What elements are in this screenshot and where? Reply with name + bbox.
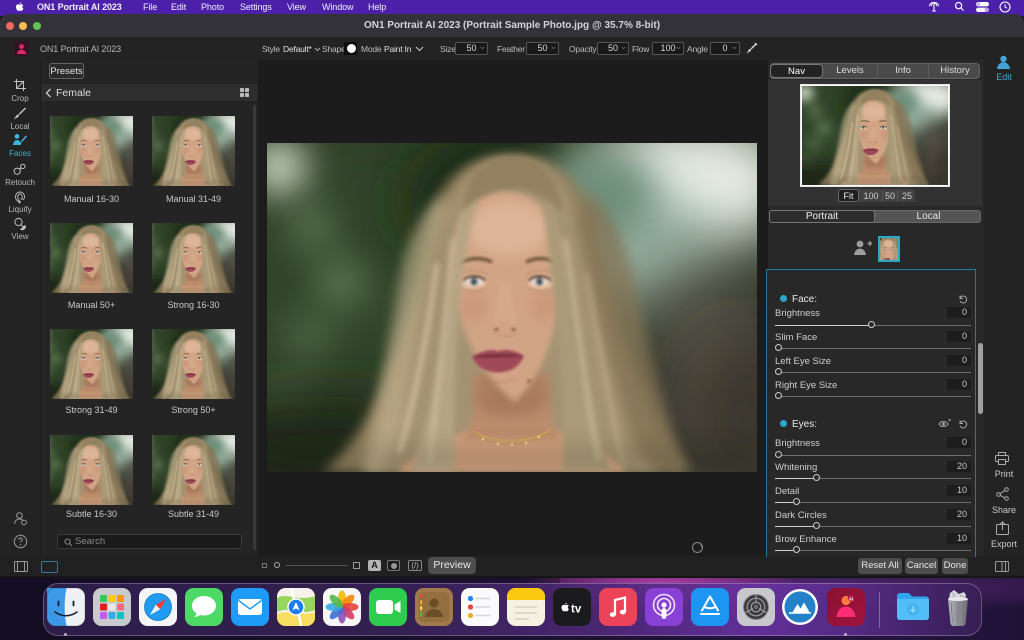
svg-text:tv: tv: [571, 604, 582, 616]
svg-text:AI: AI: [849, 596, 854, 601]
